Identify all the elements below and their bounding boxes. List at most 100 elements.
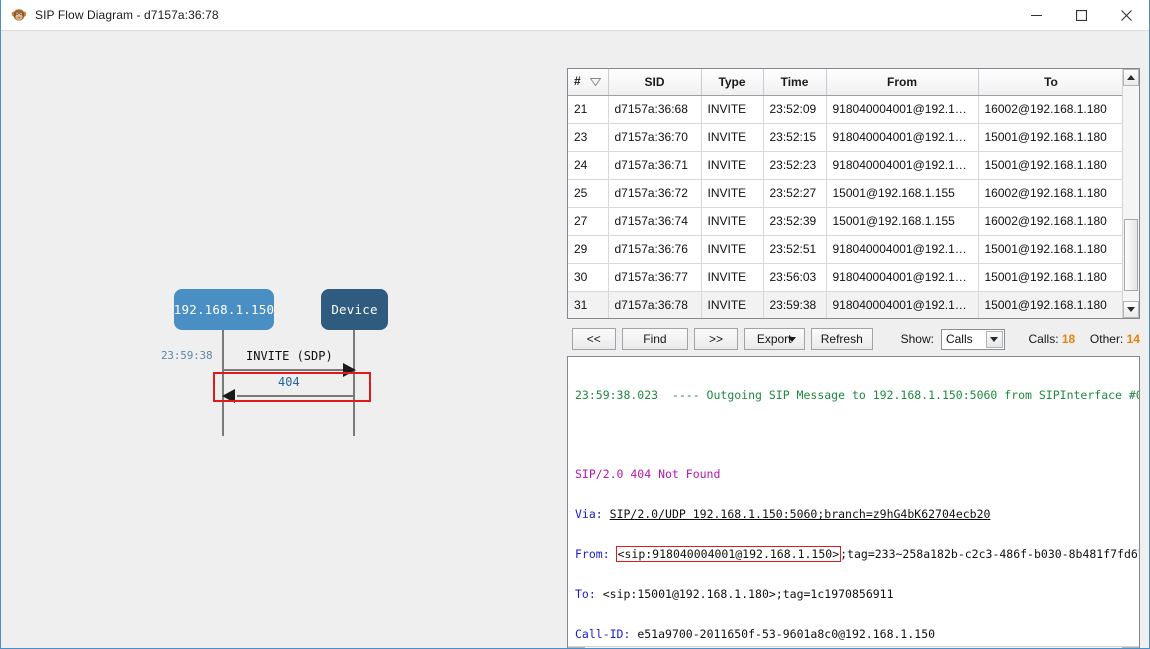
header-value-to: <sip:15001@192.168.1.180>;tag=1c19708569… — [603, 587, 894, 601]
table-vertical-scrollbar[interactable] — [1122, 69, 1139, 318]
cell-from: 918040004001@192.168.1... — [826, 263, 978, 291]
column-header-to[interactable]: To — [978, 69, 1122, 95]
table-header-row: # SID Type Time From To — [568, 69, 1122, 95]
cell-num: 29 — [568, 235, 608, 263]
table-row[interactable]: 27 d7157a:36:74 INVITE 23:52:39 15001@19… — [568, 207, 1122, 235]
scroll-up-button[interactable] — [1123, 69, 1139, 86]
cell-num: 27 — [568, 207, 608, 235]
window-controls — [1014, 0, 1149, 31]
cell-from: 918040004001@192.168.1... — [826, 95, 978, 123]
table-row[interactable]: 23 d7157a:36:70 INVITE 23:52:15 91804000… — [568, 123, 1122, 151]
selected-message-highlight — [213, 372, 371, 402]
message-horizontal-scrollbar[interactable] — [568, 646, 1139, 648]
column-header-from[interactable]: From — [826, 69, 978, 95]
cell-sid: d7157a:36:72 — [608, 179, 701, 207]
cell-sid: d7157a:36:78 — [608, 291, 701, 318]
diagram-node-device[interactable]: Device — [321, 289, 388, 330]
other-count: 14 — [1127, 332, 1140, 346]
sort-descending-icon — [590, 75, 601, 89]
table-row[interactable]: 31 d7157a:36:78 INVITE 23:59:38 91804000… — [568, 291, 1122, 318]
column-header-label: # — [574, 74, 581, 88]
triangle-up-icon — [1127, 75, 1135, 80]
table-scroll-area: # SID Type Time From To — [568, 69, 1122, 318]
title-bar: SIP Flow Diagram - d7157a:36:78 — [1, 0, 1149, 31]
cell-time: 23:52:15 — [763, 123, 826, 151]
calls-label: Calls: — [1029, 332, 1059, 346]
cell-num: 23 — [568, 123, 608, 151]
header-name-via: Via: — [575, 507, 603, 521]
cell-num: 21 — [568, 95, 608, 123]
cell-time: 23:52:09 — [763, 95, 826, 123]
show-filter-select[interactable]: Calls — [941, 329, 1005, 350]
cell-to: 16002@192.168.1.180 — [978, 95, 1122, 123]
cell-type: INVITE — [701, 123, 763, 151]
cell-num: 31 — [568, 291, 608, 318]
cell-to: 16002@192.168.1.180 — [978, 207, 1122, 235]
sip-flow-diagram-window: SIP Flow Diagram - d7157a:36:78 192.168.… — [0, 0, 1150, 649]
triangle-down-icon — [1127, 307, 1135, 312]
table-row[interactable]: 21 d7157a:36:68 INVITE 23:52:09 91804000… — [568, 95, 1122, 123]
cell-type: INVITE — [701, 179, 763, 207]
cell-from: 15001@192.168.1.155 — [826, 179, 978, 207]
sip-calls-table[interactable]: # SID Type Time From To — [567, 68, 1140, 319]
cell-sid: d7157a:36:71 — [608, 151, 701, 179]
close-button[interactable] — [1104, 0, 1149, 31]
cell-to: 15001@192.168.1.180 — [978, 291, 1122, 318]
header-value-via: SIP/2.0/UDP 192.168.1.150:5060;branch=z9… — [610, 507, 991, 521]
sip-message-panel[interactable]: 23:59:38.023 ---- Outgoing SIP Message t… — [567, 356, 1140, 648]
scroll-left-button[interactable] — [568, 647, 585, 648]
cell-from: 918040004001@192.168.1... — [826, 235, 978, 263]
header-name-callid: Call-ID: — [575, 627, 630, 641]
column-header-num[interactable]: # — [568, 69, 608, 95]
export-button[interactable]: Export — [744, 328, 805, 350]
diagram-node-endpoint[interactable]: 192.168.1.150 — [174, 289, 274, 330]
column-header-sid[interactable]: SID — [608, 69, 701, 95]
header-name-to: To: — [575, 587, 596, 601]
header-value-callid: e51a9700-2011650f-53-9601a8c0@192.168.1.… — [637, 627, 935, 641]
scroll-down-button[interactable] — [1123, 301, 1139, 318]
message-arrow-invite[interactable] — [223, 369, 345, 371]
find-button[interactable]: Find — [622, 328, 689, 350]
monkey-face-icon — [11, 7, 27, 23]
cell-from: 918040004001@192.168.1... — [826, 123, 978, 151]
previous-button[interactable]: << — [572, 328, 616, 350]
combo-dropdown-button[interactable] — [986, 331, 1003, 348]
cell-sid: d7157a:36:68 — [608, 95, 701, 123]
cell-num: 30 — [568, 263, 608, 291]
cell-time: 23:56:03 — [763, 263, 826, 291]
scrollbar-thumb[interactable] — [1124, 219, 1138, 291]
table-row[interactable]: 25 d7157a:36:72 INVITE 23:52:27 15001@19… — [568, 179, 1122, 207]
flow-diagram-pane[interactable]: 192.168.1.150 Device 23:59:38 INVITE (SD… — [1, 31, 557, 648]
show-filter-value: Calls — [946, 332, 973, 346]
minimize-button[interactable] — [1014, 0, 1059, 31]
table-row[interactable]: 30 d7157a:36:77 INVITE 23:56:03 91804000… — [568, 263, 1122, 291]
table-row[interactable]: 24 d7157a:36:71 INVITE 23:52:23 91804000… — [568, 151, 1122, 179]
maximize-button[interactable] — [1059, 0, 1104, 31]
refresh-button[interactable]: Refresh — [811, 328, 873, 350]
cell-type: INVITE — [701, 235, 763, 263]
cell-to: 16002@192.168.1.180 — [978, 179, 1122, 207]
chevron-down-icon[interactable] — [788, 337, 796, 342]
client-area: 192.168.1.150 Device 23:59:38 INVITE (SD… — [1, 31, 1149, 648]
message-label-invite: INVITE (SDP) — [246, 349, 333, 363]
window-title: SIP Flow Diagram - d7157a:36:78 — [35, 8, 219, 22]
cell-from: 918040004001@192.168.1... — [826, 291, 978, 318]
cell-type: INVITE — [701, 207, 763, 235]
triangle-down-icon — [990, 337, 998, 342]
cell-to: 15001@192.168.1.180 — [978, 123, 1122, 151]
header-name-from: From: — [575, 547, 610, 561]
next-button[interactable]: >> — [694, 328, 738, 350]
cell-sid: d7157a:36:74 — [608, 207, 701, 235]
cell-time: 23:52:27 — [763, 179, 826, 207]
cell-from: 918040004001@192.168.1... — [826, 151, 978, 179]
scroll-right-button[interactable] — [1122, 647, 1139, 648]
table-row[interactable]: 29 d7157a:36:76 INVITE 23:52:51 91804000… — [568, 235, 1122, 263]
table-body: 21 d7157a:36:68 INVITE 23:52:09 91804000… — [568, 95, 1122, 318]
cell-time: 23:52:51 — [763, 235, 826, 263]
column-header-time[interactable]: Time — [763, 69, 826, 95]
message-status-line: SIP/2.0 404 Not Found — [575, 468, 1139, 481]
cell-type: INVITE — [701, 151, 763, 179]
cell-type: INVITE — [701, 95, 763, 123]
column-header-type[interactable]: Type — [701, 69, 763, 95]
show-label: Show: — [901, 332, 934, 346]
